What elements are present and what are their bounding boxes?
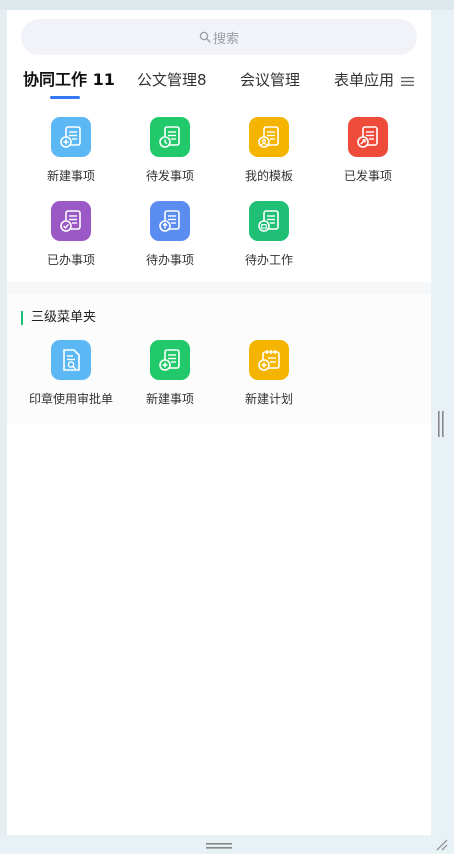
section-title: 三级菜单夹: [21, 310, 96, 326]
seal-approval-icon: [51, 340, 91, 380]
search-placeholder: 搜索: [212, 31, 239, 47]
tab-meetings[interactable]: 会议管理: [240, 68, 300, 92]
new-item-icon: [51, 117, 91, 157]
section-separator: [7, 282, 431, 294]
pending-send-icon: [150, 117, 190, 157]
tab-bar: 协同工作 11 公文管理8 会议管理 表单应用: [7, 68, 431, 110]
sent-item-icon: [348, 117, 388, 157]
grid-item-label: 待办事项: [145, 253, 194, 267]
folder-item-label: 印章使用审批单: [28, 392, 113, 406]
grid-item-todo-items[interactable]: 待办事项: [120, 201, 220, 268]
folder-section: 三级菜单夹 印章使用审批单 新建事项 新建计划: [7, 294, 431, 424]
new-item-icon: [150, 340, 190, 380]
grid-item-todo-work[interactable]: 待办工作: [219, 201, 319, 268]
tab-collaboration[interactable]: 协同工作 11: [23, 68, 115, 92]
folder-item-label: 新建事项: [145, 392, 194, 406]
grid-item-my-templates[interactable]: 我的模板: [219, 117, 319, 184]
todo-item-icon: [150, 201, 190, 241]
folder-item-seal-approval[interactable]: 印章使用审批单: [21, 340, 121, 407]
resize-grip-icon[interactable]: [436, 839, 448, 851]
search-input[interactable]: 搜索: [21, 19, 417, 55]
grid-item-pending-send[interactable]: 待发事项: [120, 117, 220, 184]
vertical-resize-handle[interactable]: [438, 411, 444, 437]
window-top-bar: [0, 0, 454, 10]
folder-item-new-item[interactable]: 新建事项: [120, 340, 220, 407]
grid-item-label: 我的模板: [244, 169, 293, 183]
grid-item-label: 待发事项: [145, 169, 194, 183]
horizontal-resize-handle[interactable]: [206, 843, 232, 849]
main-app-grid: 新建事项 待发事项 我的模板 已发事项 已办事项 待办事项 待办工作: [7, 110, 431, 282]
active-tab-indicator: [50, 96, 80, 99]
folder-item-label: 新建计划: [244, 392, 293, 406]
grid-item-done-items[interactable]: 已办事项: [21, 201, 121, 268]
grid-item-new-item[interactable]: 新建事项: [21, 117, 121, 184]
grid-item-label: 待办工作: [244, 253, 293, 267]
search-icon: [199, 31, 211, 43]
app-panel: 搜索 协同工作 11 公文管理8 会议管理 表单应用 新建事项 待发事项 我的模…: [7, 10, 431, 835]
grid-item-label: 新建事项: [46, 169, 95, 183]
tab-documents[interactable]: 公文管理8: [137, 68, 207, 92]
grid-item-label: 已发事项: [343, 169, 392, 183]
todo-work-icon: [249, 201, 289, 241]
grid-item-sent-items[interactable]: 已发事项: [318, 117, 418, 184]
grid-item-label: 已办事项: [46, 253, 95, 267]
menu-icon[interactable]: [401, 76, 414, 87]
done-item-icon: [51, 201, 91, 241]
folder-item-new-plan[interactable]: 新建计划: [219, 340, 319, 407]
new-plan-icon: [249, 340, 289, 380]
tab-forms[interactable]: 表单应用: [334, 68, 394, 92]
template-icon: [249, 117, 289, 157]
